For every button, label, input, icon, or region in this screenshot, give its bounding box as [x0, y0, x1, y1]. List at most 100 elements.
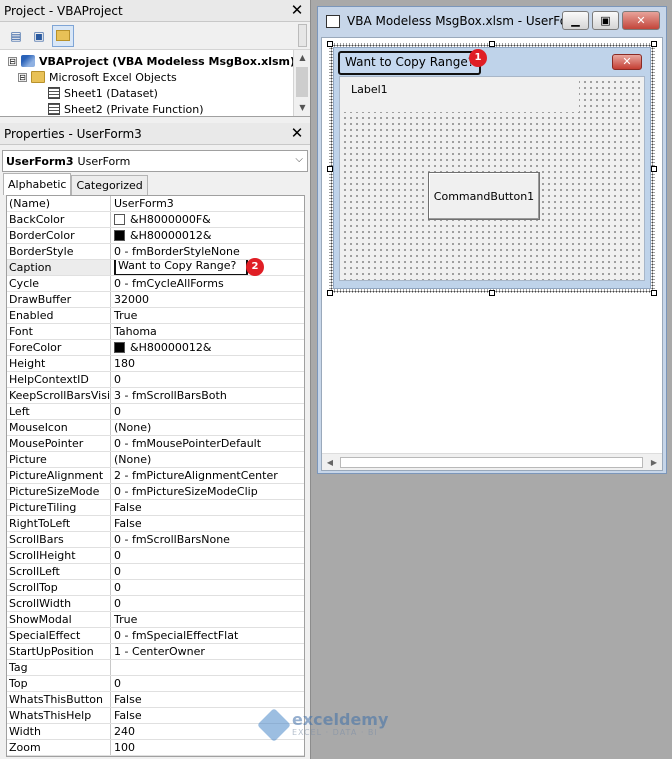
- property-row[interactable]: BorderColor &H80000012&: [7, 228, 304, 244]
- property-row[interactable]: Height 180: [7, 356, 304, 372]
- userform[interactable]: Want to Copy Range? ✕ Label1 CommandButt…: [333, 47, 651, 289]
- scroll-down-icon[interactable]: ▼: [294, 100, 311, 116]
- property-row[interactable]: HelpContextID 0: [7, 372, 304, 388]
- collapse-icon[interactable]: ⊟: [8, 56, 17, 66]
- commandbutton1-control[interactable]: CommandButton1: [428, 172, 540, 220]
- property-value[interactable]: &H8000000F&: [111, 212, 304, 227]
- property-row[interactable]: Zoom 100: [7, 740, 304, 756]
- scroll-up-icon[interactable]: ▲: [294, 50, 311, 66]
- property-value[interactable]: 0: [111, 372, 304, 387]
- property-row[interactable]: PictureTiling False: [7, 500, 304, 516]
- property-value[interactable]: 0 - fmBorderStyleNone: [111, 244, 304, 259]
- resize-handle[interactable]: [489, 290, 495, 296]
- property-row[interactable]: Left 0: [7, 404, 304, 420]
- tree-item-vbaproject[interactable]: ⊟ VBAProject (VBA Modeless MsgBox.xlsm): [0, 53, 310, 69]
- property-row[interactable]: ScrollLeft 0: [7, 564, 304, 580]
- property-value[interactable]: False: [111, 516, 304, 531]
- property-value[interactable]: [111, 660, 304, 675]
- property-value[interactable]: 0: [111, 580, 304, 595]
- restore-button[interactable]: ▣: [592, 11, 619, 30]
- tab-categorized[interactable]: Categorized: [71, 175, 148, 195]
- toggle-folders-icon[interactable]: [52, 24, 74, 47]
- property-row[interactable]: Cycle 0 - fmCycleAllForms: [7, 276, 304, 292]
- property-value[interactable]: 0 - fmPictureSizeModeClip: [111, 484, 304, 499]
- property-value[interactable]: Tahoma: [111, 324, 304, 339]
- property-value[interactable]: (None): [111, 452, 304, 467]
- scroll-left-icon[interactable]: ◀: [322, 454, 338, 471]
- property-value[interactable]: False: [111, 692, 304, 707]
- property-value[interactable]: 0 - fmScrollBarsNone: [111, 532, 304, 547]
- property-value[interactable]: True: [111, 612, 304, 627]
- property-value[interactable]: 0 - fmCycleAllForms: [111, 276, 304, 291]
- tree-scrollbar[interactable]: ▲ ▼: [293, 50, 310, 116]
- property-value[interactable]: &H80000012&: [111, 228, 304, 243]
- tree-item-excel-objects[interactable]: ⊟ Microsoft Excel Objects: [0, 69, 310, 85]
- property-row[interactable]: PictureAlignment 2 - fmPictureAlignmentCe…: [7, 468, 304, 484]
- scroll-thumb[interactable]: [296, 67, 308, 97]
- property-row[interactable]: ScrollBars 0 - fmScrollBarsNone: [7, 532, 304, 548]
- property-value[interactable]: 0 - fmSpecialEffectFlat: [111, 628, 304, 643]
- property-value[interactable]: False: [111, 500, 304, 515]
- collapse-icon[interactable]: ⊟: [18, 72, 27, 82]
- userform-close-button[interactable]: ✕: [612, 54, 642, 70]
- property-value[interactable]: 0: [111, 596, 304, 611]
- property-row[interactable]: KeepScrollBarsVisible3 - fmScrollBarsBot…: [7, 388, 304, 404]
- userform-canvas[interactable]: Label1 CommandButton1: [339, 76, 645, 281]
- property-row[interactable]: ScrollHeight 0: [7, 548, 304, 564]
- resize-handle[interactable]: [327, 290, 333, 296]
- property-value[interactable]: 0: [111, 676, 304, 691]
- property-row[interactable]: ScrollWidth 0: [7, 596, 304, 612]
- tree-item-sheet2[interactable]: Sheet2 (Private Function): [0, 101, 310, 117]
- property-value[interactable]: 0 - fmMousePointerDefault: [111, 436, 304, 451]
- caption-value-field[interactable]: Want to Copy Range?: [114, 260, 248, 275]
- view-code-icon[interactable]: ▤: [6, 27, 26, 45]
- property-value[interactable]: Want to Copy Range?: [111, 260, 304, 275]
- resize-handle[interactable]: [651, 166, 657, 172]
- chevron-down-icon[interactable]: ⌵: [295, 154, 303, 165]
- property-value[interactable]: 2 - fmPictureAlignmentCenter: [111, 468, 304, 483]
- property-value[interactable]: True: [111, 308, 304, 323]
- property-row[interactable]: WhatsThisButton False: [7, 692, 304, 708]
- property-row[interactable]: ScrollTop 0: [7, 580, 304, 596]
- scroll-right-icon[interactable]: ▶: [646, 454, 662, 471]
- property-value[interactable]: 0: [111, 548, 304, 563]
- property-row[interactable]: Tag: [7, 660, 304, 676]
- label1-control[interactable]: Label1: [341, 78, 579, 112]
- scroll-thumb[interactable]: [340, 457, 643, 468]
- object-selector[interactable]: UserForm3 UserForm ⌵: [2, 150, 308, 172]
- close-button[interactable]: ✕: [622, 11, 660, 30]
- project-pane-close-icon[interactable]: ✕: [288, 2, 306, 20]
- property-row[interactable]: StartUpPosition 1 - CenterOwner: [7, 644, 304, 660]
- minimize-button[interactable]: ▁: [562, 11, 589, 30]
- property-row[interactable]: RightToLeft False: [7, 516, 304, 532]
- property-value[interactable]: (None): [111, 420, 304, 435]
- property-row[interactable]: PictureSizeMode 0 - fmPictureSizeModeClip: [7, 484, 304, 500]
- property-row[interactable]: (Name) UserForm3: [7, 196, 304, 212]
- property-row[interactable]: Picture (None): [7, 452, 304, 468]
- property-value[interactable]: 32000: [111, 292, 304, 307]
- designer-horizontal-scrollbar[interactable]: ◀ ▶: [322, 453, 662, 470]
- view-object-icon[interactable]: ▣: [29, 27, 49, 45]
- resize-handle[interactable]: [651, 41, 657, 47]
- property-row[interactable]: Font Tahoma: [7, 324, 304, 340]
- property-value[interactable]: 100: [111, 740, 304, 755]
- property-row[interactable]: SpecialEffect 0 - fmSpecialEffectFlat: [7, 628, 304, 644]
- property-value[interactable]: 3 - fmScrollBarsBoth: [111, 388, 304, 403]
- property-row[interactable]: DrawBuffer 32000: [7, 292, 304, 308]
- property-value[interactable]: 0: [111, 564, 304, 579]
- tree-item-sheet1[interactable]: Sheet1 (Dataset): [0, 85, 310, 101]
- property-value[interactable]: 0: [111, 404, 304, 419]
- property-value[interactable]: 180: [111, 356, 304, 371]
- property-value[interactable]: UserForm3: [111, 196, 304, 211]
- property-row[interactable]: MouseIcon (None): [7, 420, 304, 436]
- property-row[interactable]: ShowModal True: [7, 612, 304, 628]
- property-value[interactable]: 1 - CenterOwner: [111, 644, 304, 659]
- property-row[interactable]: MousePointer 0 - fmMousePointerDefault: [7, 436, 304, 452]
- tab-alphabetic[interactable]: Alphabetic: [3, 173, 72, 195]
- property-row[interactable]: BackColor &H8000000F&: [7, 212, 304, 228]
- property-row[interactable]: BorderStyle 0 - fmBorderStyleNone: [7, 244, 304, 260]
- toolbar-scrollbar[interactable]: [298, 24, 307, 47]
- property-row[interactable]: Top 0: [7, 676, 304, 692]
- properties-pane-close-icon[interactable]: ✕: [288, 125, 306, 143]
- resize-handle[interactable]: [651, 290, 657, 296]
